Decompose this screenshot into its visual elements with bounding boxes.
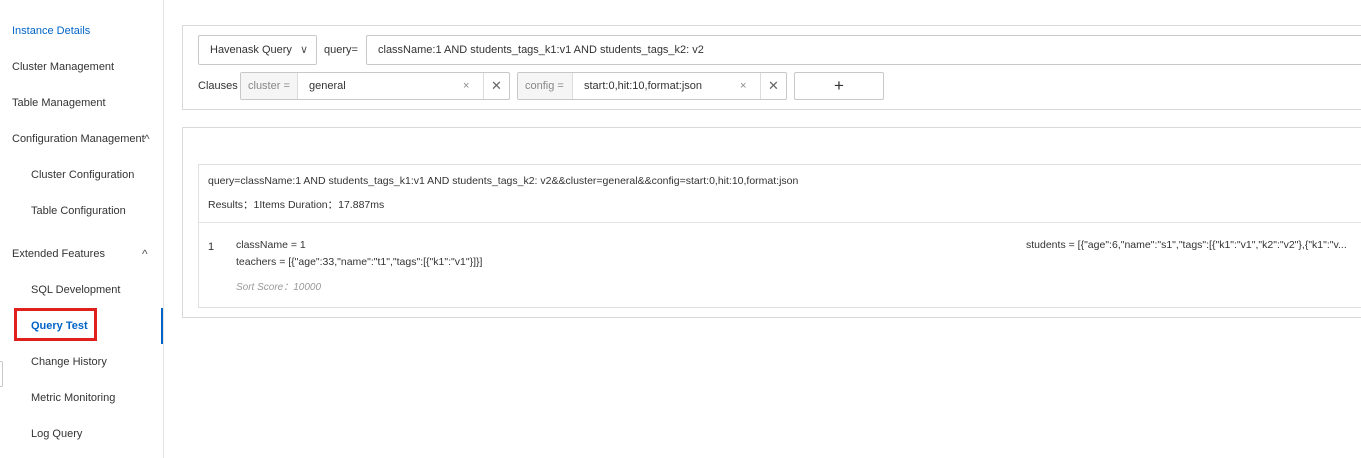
remove-clause-button[interactable]: ✕: [760, 73, 786, 99]
sidebar-item-metric-monitoring[interactable]: Metric Monitoring: [0, 380, 163, 416]
field-students: students = [{"age":6,"name":"s1","tags":…: [1026, 239, 1347, 251]
clear-icon[interactable]: ×: [463, 73, 469, 99]
annotation-highlight-box: [14, 308, 97, 341]
sidebar-group-extended-features[interactable]: Extended Features ^: [0, 236, 163, 272]
clause-key: config =: [518, 73, 573, 99]
sidebar-nav: Instance Details Cluster Management Tabl…: [0, 0, 164, 458]
sidebar-item-sql-development[interactable]: SQL Development: [0, 272, 163, 308]
query-type-select[interactable]: Havenask Query ∨: [198, 35, 317, 65]
clause-key: cluster =: [241, 73, 298, 99]
chevron-up-icon: ^: [142, 247, 148, 261]
sidebar-item-label: Extended Features: [12, 248, 105, 260]
active-indicator: [161, 308, 163, 344]
clause-value-input[interactable]: start:0,hit:10,format:json: [584, 73, 702, 99]
sidebar-item-instance-details[interactable]: Instance Details: [0, 13, 163, 49]
result-card: query=className:1 AND students_tags_k1:v…: [198, 164, 1361, 308]
sidebar-item-cluster-management[interactable]: Cluster Management: [0, 49, 163, 85]
query-label: query=: [324, 44, 358, 56]
clause-cluster: cluster = general × ✕: [240, 72, 510, 100]
result-row-index: 1: [208, 241, 215, 253]
query-type-value: Havenask Query: [210, 44, 292, 56]
field-teachers: teachers = [{"age":33,"name":"t1","tags"…: [236, 256, 483, 268]
sort-score: Sort Score：10000: [236, 282, 322, 293]
sidebar-item-table-configuration[interactable]: Table Configuration: [0, 193, 163, 229]
sidebar-item-cluster-configuration[interactable]: Cluster Configuration: [0, 157, 163, 193]
clause-config: config = start:0,hit:10,format:json × ✕: [517, 72, 787, 100]
sidebar-item-log-query[interactable]: Log Query: [0, 416, 163, 452]
clear-icon[interactable]: ×: [740, 73, 746, 99]
chevron-up-icon: ^: [144, 132, 150, 146]
query-panel: Havenask Query ∨ query= className:1 AND …: [182, 25, 1361, 110]
result-stats: Results：1Items Duration：17.887ms: [208, 199, 385, 211]
field-class-name: className = 1: [236, 239, 306, 251]
sidebar-item-label: Configuration Management: [12, 133, 145, 145]
chevron-down-icon: ∨: [299, 44, 308, 56]
clauses-label: Clauses: [198, 80, 238, 92]
remove-clause-button[interactable]: ✕: [483, 73, 509, 99]
sidebar-item-change-history[interactable]: Change History: [0, 344, 163, 380]
sidebar-item-table-management[interactable]: Table Management: [0, 85, 163, 121]
add-clause-button[interactable]: +: [794, 72, 884, 100]
collapse-handle[interactable]: [0, 361, 3, 387]
result-header: query=className:1 AND students_tags_k1:v…: [199, 165, 1361, 223]
query-string: query=className:1 AND students_tags_k1:v…: [208, 175, 799, 187]
results-panel: query=className:1 AND students_tags_k1:v…: [182, 127, 1361, 318]
clause-value-input[interactable]: general: [309, 73, 346, 99]
query-input[interactable]: className:1 AND students_tags_k1:v1 AND …: [366, 35, 1361, 65]
sidebar-group-configuration-management[interactable]: Configuration Management ^: [0, 121, 163, 157]
